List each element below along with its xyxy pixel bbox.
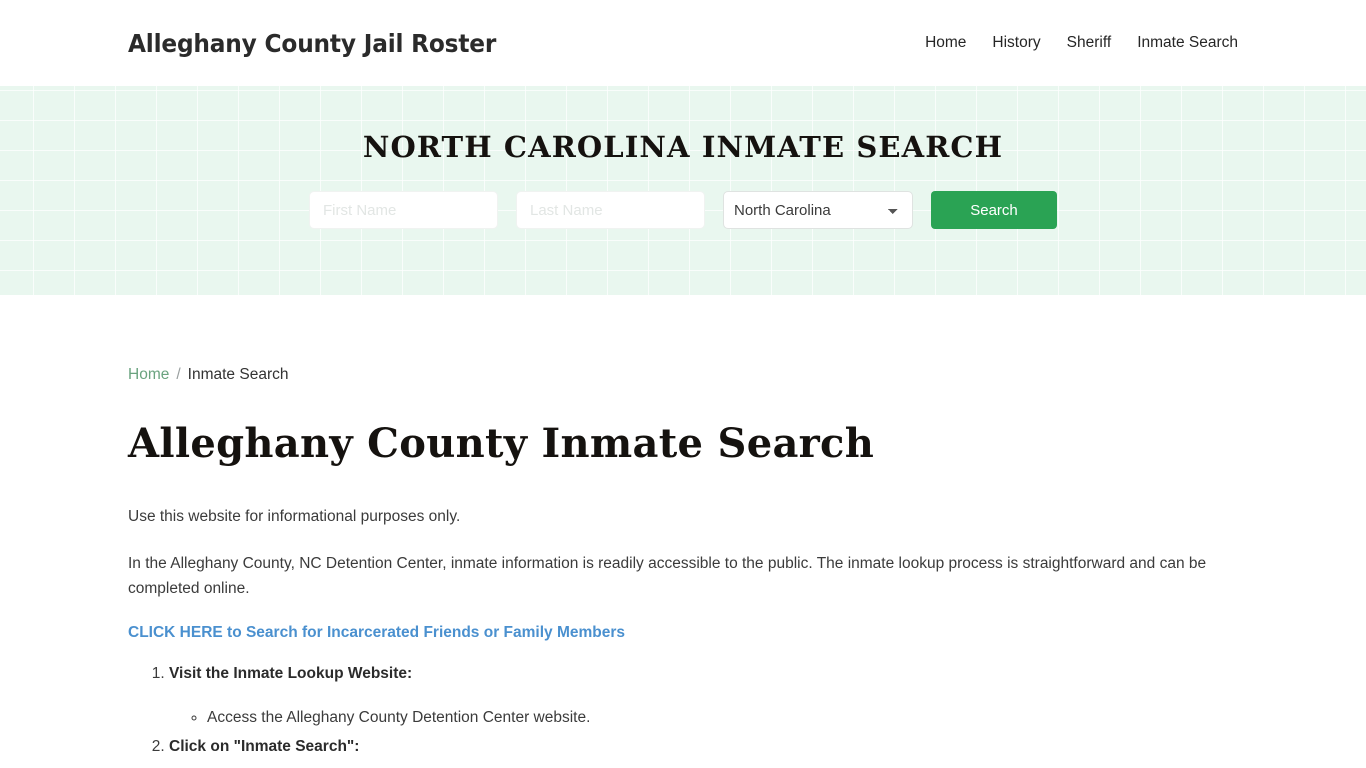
hero-search-section: NORTH CAROLINA INMATE SEARCH North Carol…	[0, 86, 1366, 295]
state-select[interactable]: North Carolina	[723, 191, 913, 229]
search-button[interactable]: Search	[931, 191, 1057, 229]
first-name-input[interactable]	[309, 191, 498, 229]
list-item: Visit the Inmate Lookup Website: Access …	[169, 662, 1238, 731]
nav-item-inmate-search[interactable]: Inmate Search	[1137, 35, 1238, 51]
breadcrumb: Home / Inmate Search	[128, 367, 1238, 383]
last-name-input[interactable]	[516, 191, 705, 229]
step-title: Visit the Inmate Lookup Website:	[169, 665, 413, 683]
page-title: Alleghany County Inmate Search	[128, 419, 875, 467]
inmate-search-form: North Carolina Search	[309, 191, 1057, 229]
nav-item-sheriff[interactable]: Sheriff	[1067, 35, 1112, 51]
main-navigation: Home History Sheriff Inmate Search	[925, 35, 1238, 51]
step-title: Click on "Inmate Search":	[169, 737, 360, 755]
substep-list: Access the Alleghany County Detention Ce…	[169, 706, 1238, 731]
description-paragraph: In the Alleghany County, NC Detention Ce…	[128, 554, 1207, 597]
cta-search-link[interactable]: CLICK HERE to Search for Incarcerated Fr…	[128, 625, 625, 641]
nav-item-home[interactable]: Home	[925, 35, 966, 51]
breadcrumb-separator: /	[176, 366, 181, 383]
breadcrumb-link-home[interactable]: Home	[128, 367, 169, 383]
site-header: Alleghany County Jail Roster Home Histor…	[0, 0, 1366, 86]
main-content: Home / Inmate Search Alleghany County In…	[0, 367, 1366, 768]
intro-paragraph: Use this website for informational purpo…	[128, 507, 461, 525]
hero-title: NORTH CAROLINA INMATE SEARCH	[362, 130, 1004, 164]
site-brand-title[interactable]: Alleghany County Jail Roster	[128, 29, 496, 58]
inmate-lookup-steps: Visit the Inmate Lookup Website: Access …	[128, 662, 1238, 768]
nav-item-history[interactable]: History	[992, 35, 1040, 51]
list-item: Access the Alleghany County Detention Ce…	[207, 706, 1238, 731]
list-item: Click on "Inmate Search": On the homepag…	[169, 735, 1238, 768]
breadcrumb-current: Inmate Search	[187, 366, 289, 383]
